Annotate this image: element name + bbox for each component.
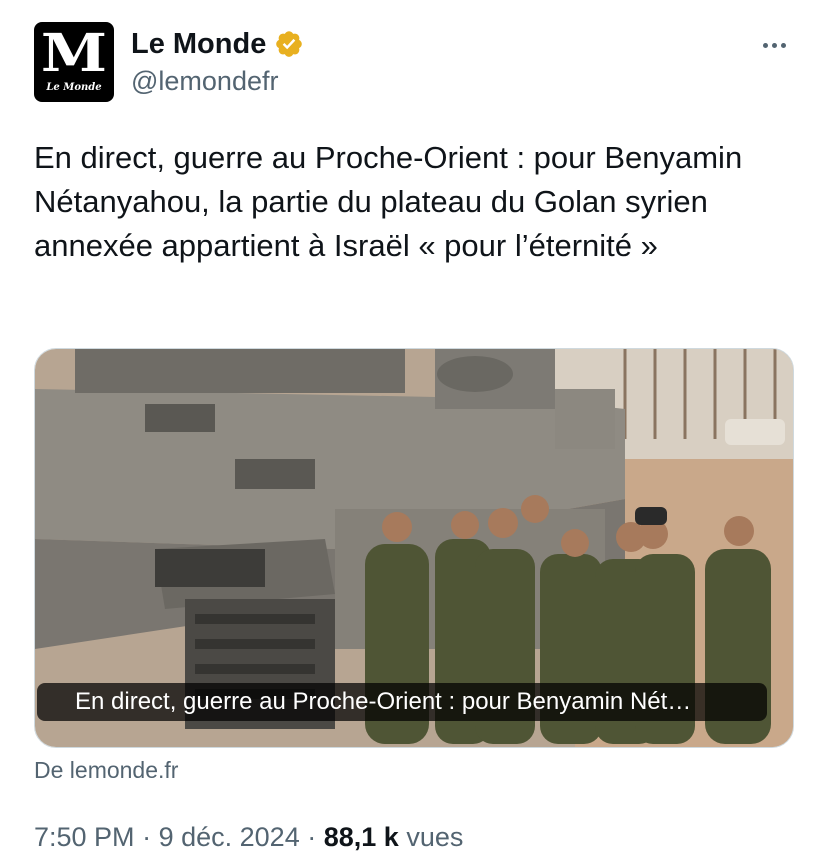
dot-icon — [762, 42, 768, 48]
avatar-monogram: M — [40, 23, 108, 84]
dot-icon — [780, 42, 786, 48]
tweet[interactable]: M Le Monde Le Monde @lemondefr En direct… — [0, 0, 828, 867]
meta-separator: · — [307, 822, 317, 852]
tweet-time[interactable]: 7:50 PM — [34, 822, 135, 852]
link-card[interactable]: En direct, guerre au Proche-Orient : pou… — [34, 348, 794, 748]
verified-badge-icon[interactable] — [274, 29, 304, 59]
avatar[interactable]: M Le Monde — [34, 22, 114, 102]
tweet-meta: 7:50 PM · 9 déc. 2024 · 88,1 k vues — [34, 822, 463, 853]
tweet-date[interactable]: 9 déc. 2024 — [159, 822, 300, 852]
views-label: vues — [406, 822, 464, 852]
meta-separator: · — [142, 822, 152, 852]
card-caption: En direct, guerre au Proche-Orient : pou… — [37, 683, 767, 721]
name-row: Le Monde — [131, 24, 304, 64]
more-options-icon[interactable] — [756, 30, 792, 60]
display-name[interactable]: Le Monde — [131, 28, 266, 61]
avatar-wordmark: Le Monde — [46, 82, 102, 93]
tweet-text: En direct, guerre au Proche-Orient : pou… — [34, 140, 743, 263]
card-source-link[interactable]: De lemonde.fr — [34, 757, 178, 784]
dot-icon — [771, 42, 777, 48]
views-count: 88,1 k — [323, 822, 399, 852]
handle[interactable]: @lemondefr — [131, 66, 278, 97]
